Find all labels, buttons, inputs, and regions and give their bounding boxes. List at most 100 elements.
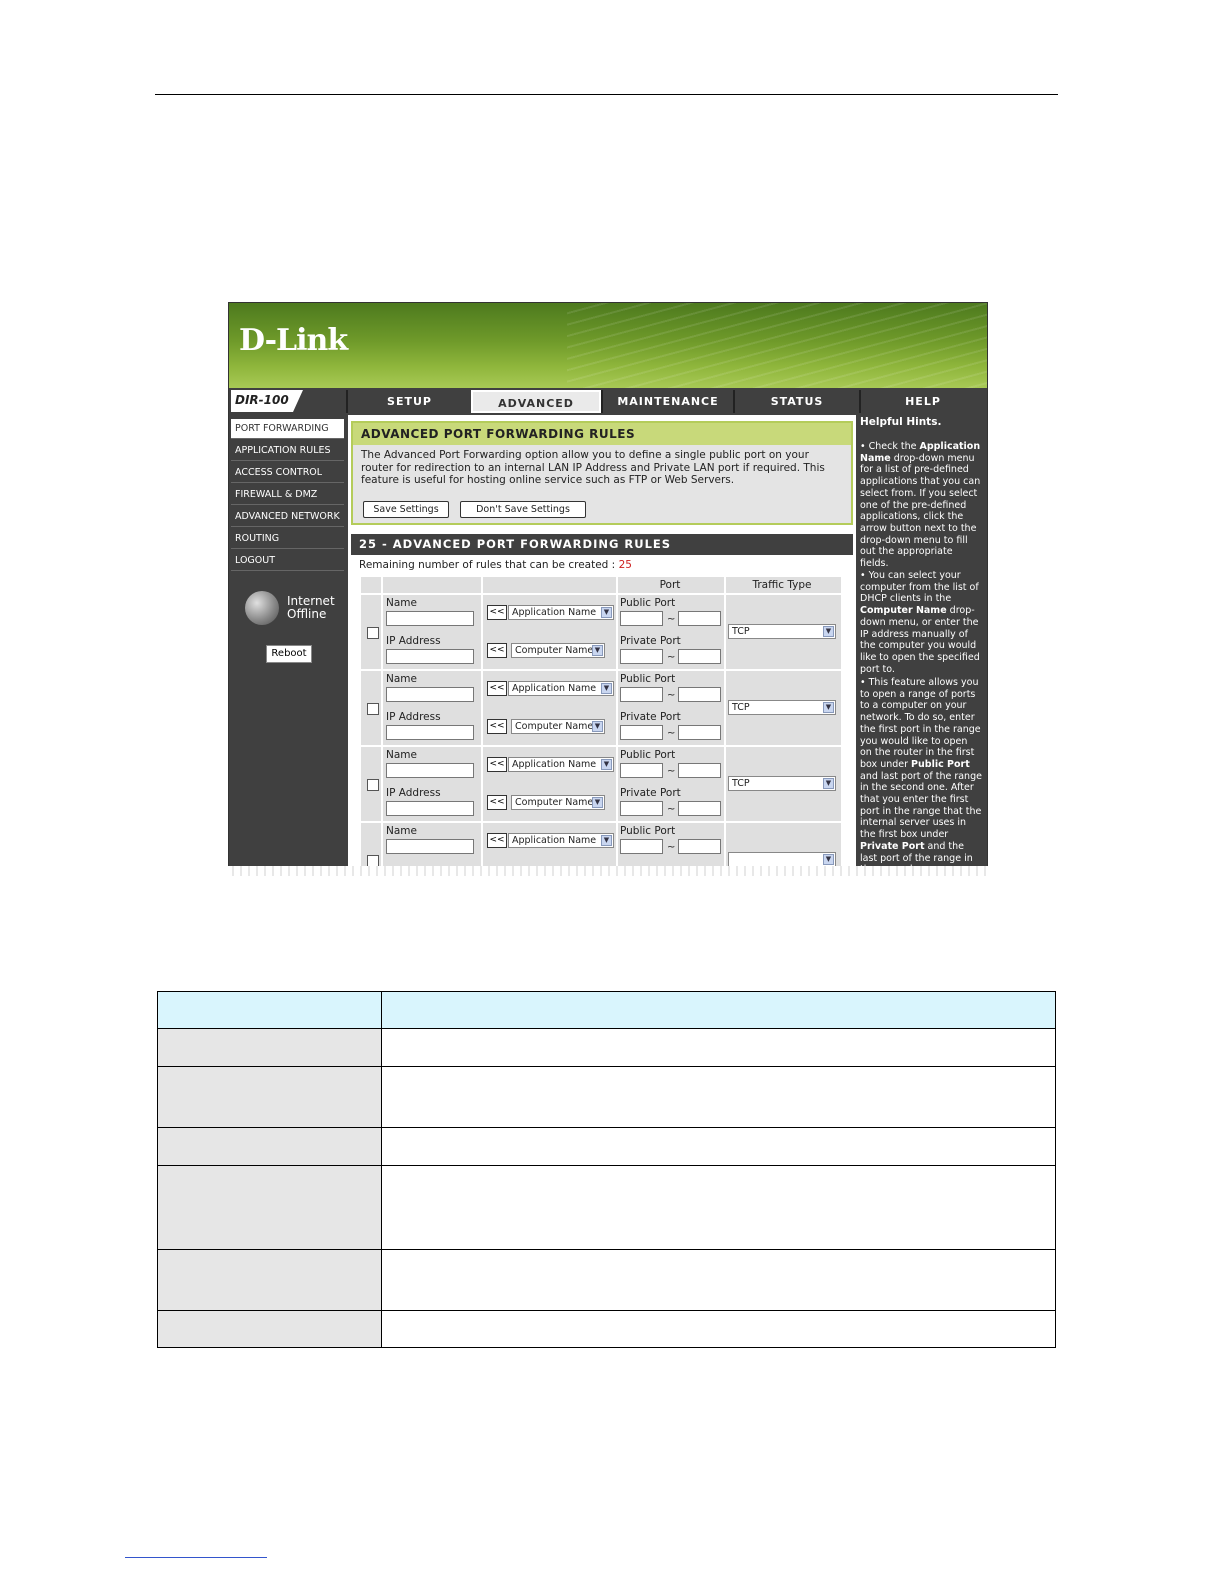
traffic-type-value: TCP bbox=[732, 778, 750, 789]
hint-application-name: • Check the Application Name drop-down m… bbox=[860, 441, 982, 570]
header-divider bbox=[616, 577, 618, 593]
ip-address-input[interactable] bbox=[386, 649, 474, 664]
dlink-logo: D-Link bbox=[239, 323, 348, 358]
public-port-end-input[interactable] bbox=[678, 839, 721, 854]
model-slash-decoration bbox=[293, 390, 343, 412]
traffic-type-select[interactable]: TCP ▼ bbox=[728, 624, 836, 639]
computer-name-value: Computer Name bbox=[515, 721, 594, 732]
application-name-select[interactable]: Application Name ▼ bbox=[508, 605, 614, 620]
table-cell-label bbox=[158, 1128, 382, 1165]
name-input[interactable] bbox=[386, 687, 474, 702]
computer-name-value: Computer Name bbox=[515, 645, 594, 656]
hint3-bold-public: Public Port bbox=[911, 758, 970, 770]
table-cell-label bbox=[158, 1311, 382, 1347]
traffic-type-select[interactable]: TCP ▼ bbox=[728, 776, 836, 791]
apply-computer-button[interactable]: << bbox=[487, 795, 507, 810]
tab-maintenance[interactable]: MAINTENANCE bbox=[601, 390, 733, 413]
row-divider bbox=[724, 671, 726, 745]
hint3-bold-private: Private Port bbox=[860, 840, 925, 852]
public-port-start-input[interactable] bbox=[620, 763, 663, 778]
chevron-down-icon: ▼ bbox=[592, 797, 603, 808]
sidebar-item-firewall-dmz[interactable]: FIREWALL & DMZ bbox=[231, 485, 344, 505]
sidebar-item-logout[interactable]: LOGOUT bbox=[231, 551, 344, 571]
public-port-end-input[interactable] bbox=[678, 687, 721, 702]
rule-enable-checkbox[interactable] bbox=[367, 779, 379, 791]
intro-description: The Advanced Port Forwarding option allo… bbox=[361, 449, 825, 486]
apply-application-button[interactable]: << bbox=[487, 833, 507, 848]
ip-address-input[interactable] bbox=[386, 801, 474, 816]
tab-status[interactable]: STATUS bbox=[733, 390, 859, 413]
name-input[interactable] bbox=[386, 611, 474, 626]
application-name-select[interactable]: Application Name ▼ bbox=[508, 757, 614, 772]
range-tilde: ~ bbox=[667, 614, 676, 625]
hint3-text: • This feature allows you to open a rang… bbox=[860, 677, 981, 770]
table-cell-label bbox=[158, 1067, 382, 1127]
rule-row: Name IP Address << Application Name ▼ << … bbox=[361, 593, 841, 669]
row-divider bbox=[616, 595, 618, 669]
name-input[interactable] bbox=[386, 839, 474, 854]
sidebar-item-application-rules[interactable]: APPLICATION RULES bbox=[231, 441, 344, 461]
range-tilde: ~ bbox=[667, 766, 676, 777]
public-port-start-input[interactable] bbox=[620, 839, 663, 854]
public-port-label: Public Port bbox=[620, 749, 676, 761]
private-port-end-input[interactable] bbox=[678, 801, 721, 816]
public-port-end-input[interactable] bbox=[678, 763, 721, 778]
private-port-end-input[interactable] bbox=[678, 725, 721, 740]
rule-enable-checkbox[interactable] bbox=[367, 627, 379, 639]
application-name-value: Application Name bbox=[512, 607, 597, 618]
sidebar-item-routing[interactable]: ROUTING bbox=[231, 529, 344, 549]
computer-name-select[interactable]: Computer Name ▼ bbox=[511, 795, 605, 810]
public-port-end-input[interactable] bbox=[678, 611, 721, 626]
application-name-select[interactable]: Application Name ▼ bbox=[508, 833, 614, 848]
name-input[interactable] bbox=[386, 763, 474, 778]
private-port-start-input[interactable] bbox=[620, 725, 663, 740]
range-tilde: ~ bbox=[667, 652, 676, 663]
sidebar-item-advanced-network[interactable]: ADVANCED NETWORK bbox=[231, 507, 344, 527]
computer-name-value: Computer Name bbox=[515, 797, 594, 808]
dont-save-settings-button[interactable]: Don't Save Settings bbox=[460, 501, 586, 518]
reboot-button[interactable]: Reboot bbox=[266, 645, 312, 663]
sidebar-item-access-control[interactable]: ACCESS CONTROL bbox=[231, 463, 344, 483]
rule-enable-checkbox[interactable] bbox=[367, 703, 379, 715]
hint3-text-mid: and last port of the range in the second… bbox=[860, 770, 982, 841]
range-tilde: ~ bbox=[667, 690, 676, 701]
table-row bbox=[158, 1310, 1055, 1347]
computer-name-select[interactable]: Computer Name ▼ bbox=[511, 719, 605, 734]
apply-computer-button[interactable]: << bbox=[487, 719, 507, 734]
apply-application-button[interactable]: << bbox=[487, 757, 507, 772]
apply-application-button[interactable]: << bbox=[487, 605, 507, 620]
computer-name-select[interactable]: Computer Name ▼ bbox=[511, 643, 605, 658]
traffic-type-select[interactable]: TCP ▼ bbox=[728, 700, 836, 715]
table-cell-label bbox=[158, 1166, 382, 1249]
table-cell-label bbox=[158, 1250, 382, 1310]
row-divider bbox=[724, 747, 726, 821]
row-divider bbox=[616, 747, 618, 821]
table-cell-desc bbox=[382, 1311, 1055, 1347]
private-port-end-input[interactable] bbox=[678, 649, 721, 664]
ip-address-label: IP Address bbox=[386, 787, 441, 799]
apply-application-button[interactable]: << bbox=[487, 681, 507, 696]
public-port-start-input[interactable] bbox=[620, 611, 663, 626]
hint2-bold: Computer Name bbox=[860, 605, 947, 617]
application-name-select[interactable]: Application Name ▼ bbox=[508, 681, 614, 696]
sidebar-item-port-forwarding[interactable]: PORT FORWARDING bbox=[231, 419, 344, 439]
internet-status: Internet Offline bbox=[287, 595, 335, 621]
public-port-start-input[interactable] bbox=[620, 687, 663, 702]
table-row bbox=[158, 1249, 1055, 1310]
header-divider bbox=[481, 577, 483, 593]
private-port-label: Private Port bbox=[620, 635, 681, 647]
private-port-start-input[interactable] bbox=[620, 649, 663, 664]
private-port-start-input[interactable] bbox=[620, 801, 663, 816]
traffic-type-select[interactable]: ▼ bbox=[728, 852, 836, 867]
apply-computer-button[interactable]: << bbox=[487, 643, 507, 658]
private-port-label: Private Port bbox=[620, 787, 681, 799]
internet-status-line2: Offline bbox=[287, 607, 327, 621]
banner: D-Link bbox=[229, 303, 987, 388]
tab-help[interactable]: HELP bbox=[859, 390, 985, 413]
ip-address-input[interactable] bbox=[386, 725, 474, 740]
name-label: Name bbox=[386, 825, 417, 837]
tab-setup[interactable]: SETUP bbox=[346, 390, 471, 413]
tab-advanced[interactable]: ADVANCED bbox=[471, 390, 601, 413]
save-settings-button[interactable]: Save Settings bbox=[363, 501, 449, 518]
traffic-type-value: TCP bbox=[732, 702, 750, 713]
